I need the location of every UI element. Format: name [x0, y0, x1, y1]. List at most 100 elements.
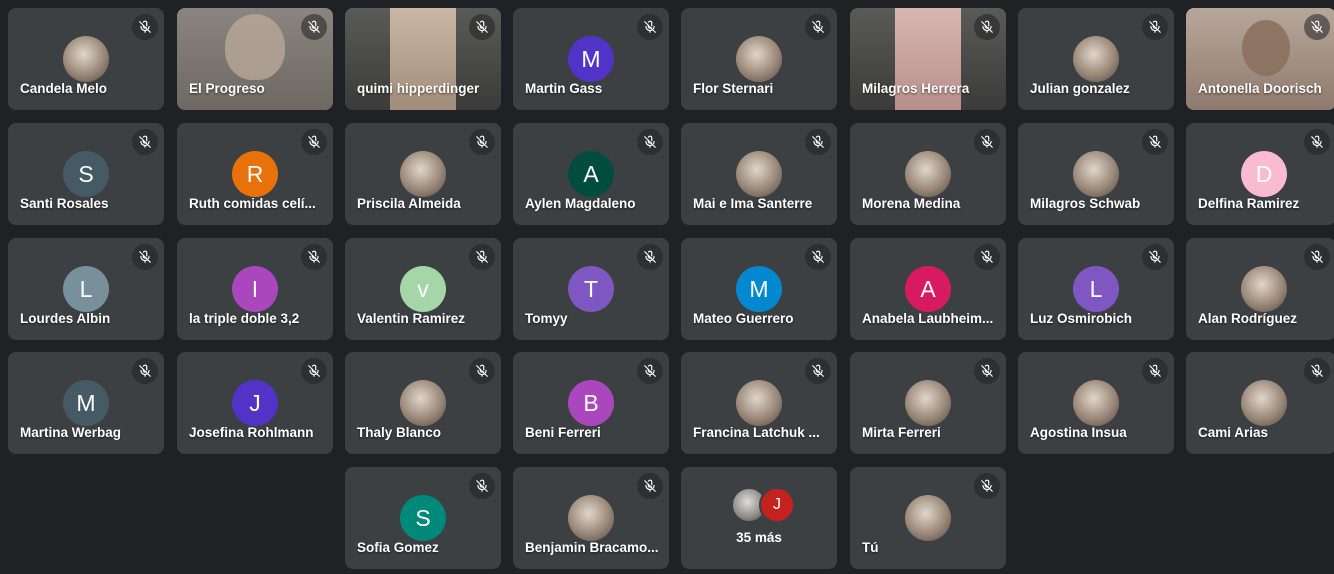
avatar: S — [63, 151, 109, 197]
avatar — [905, 380, 951, 426]
participant-tile[interactable]: Francina Latchuk ... — [681, 352, 837, 454]
participant-tile[interactable]: Benjamin Bracamo... — [513, 467, 669, 569]
mic-off-icon — [637, 14, 663, 40]
avatar: M — [568, 36, 614, 82]
participant-tile[interactable]: Candela Melo — [8, 8, 164, 110]
participant-name: Flor Sternari — [693, 81, 774, 96]
participant-tile[interactable]: Tú — [850, 467, 1006, 569]
participant-name: Beni Ferreri — [525, 425, 601, 440]
participant-tile[interactable]: Priscila Almeida — [345, 123, 501, 225]
participant-name: Tomyy — [525, 311, 568, 326]
avatar — [568, 495, 614, 541]
avatar: A — [905, 266, 951, 312]
mic-off-icon — [1304, 358, 1330, 384]
avatar — [1241, 380, 1287, 426]
mic-off-icon — [132, 244, 158, 270]
mic-off-icon — [469, 358, 495, 384]
avatar — [400, 380, 446, 426]
avatar: A — [568, 151, 614, 197]
participant-tile[interactable]: Mai e Ima Santerre — [681, 123, 837, 225]
participant-tile[interactable]: T Tomyy — [513, 238, 669, 340]
participant-tile[interactable]: R Ruth comidas celí... — [177, 123, 333, 225]
participant-tile[interactable]: Milagros Herrera — [850, 8, 1006, 110]
participant-tile[interactable]: M Mateo Guerrero — [681, 238, 837, 340]
participant-name: Morena Medina — [862, 196, 961, 211]
participant-tile[interactable]: M Martina Werbag — [8, 352, 164, 454]
mic-off-icon — [301, 129, 327, 155]
participant-tile[interactable]: B Beni Ferreri — [513, 352, 669, 454]
participant-name: Agostina Insua — [1030, 425, 1127, 440]
participant-name: Alan Rodríguez — [1198, 311, 1298, 326]
participant-tile[interactable]: El Progreso — [177, 8, 333, 110]
mic-off-icon — [1304, 14, 1330, 40]
participant-name: Tú — [862, 540, 879, 555]
mic-off-icon — [1142, 14, 1168, 40]
avatar — [736, 36, 782, 82]
more-participants-tile[interactable]: J 35 más — [681, 467, 837, 569]
participant-tile[interactable]: Milagros Schwab — [1018, 123, 1174, 225]
mic-off-icon — [805, 358, 831, 384]
mic-off-icon — [974, 129, 1000, 155]
participant-name: Delfina Ramirez — [1198, 196, 1300, 211]
participant-tile[interactable]: Cami Arias — [1186, 352, 1334, 454]
avatar: L — [1073, 266, 1119, 312]
mic-off-icon — [1304, 129, 1330, 155]
mic-off-icon — [301, 358, 327, 384]
participant-tile[interactable]: Morena Medina — [850, 123, 1006, 225]
avatar — [1073, 36, 1119, 82]
participant-tile[interactable]: Thaly Blanco — [345, 352, 501, 454]
participant-name: Lourdes Albin — [20, 311, 111, 326]
avatar — [1073, 380, 1119, 426]
participant-grid: Candela Melo El Progreso quimi hipperdinge… — [0, 0, 1334, 574]
participant-name: Milagros Herrera — [862, 81, 970, 96]
mic-off-icon — [1142, 358, 1168, 384]
mic-off-icon — [974, 473, 1000, 499]
participant-name: Anabela Laubheim... — [862, 311, 994, 326]
participant-tile[interactable]: Agostina Insua — [1018, 352, 1174, 454]
avatar: R — [232, 151, 278, 197]
participant-name: Martin Gass — [525, 81, 603, 96]
mic-off-icon — [974, 358, 1000, 384]
participant-name: Sofia Gomez — [357, 540, 439, 555]
participant-tile[interactable]: D Delfina Ramirez — [1186, 123, 1334, 225]
participant-tile[interactable]: M Martin Gass — [513, 8, 669, 110]
avatar — [63, 36, 109, 82]
avatar: I — [232, 266, 278, 312]
participant-tile[interactable]: quimi hipperdinger — [345, 8, 501, 110]
participant-name: Luz Osmirobich — [1030, 311, 1133, 326]
participant-name: Cami Arias — [1198, 425, 1269, 440]
avatar: B — [568, 380, 614, 426]
participant-name: Priscila Almeida — [357, 196, 461, 211]
participant-tile[interactable]: Julian gonzalez — [1018, 8, 1174, 110]
participant-name: Mateo Guerrero — [693, 311, 794, 326]
participant-tile[interactable]: Antonella Doorisch — [1186, 8, 1334, 110]
avatar — [736, 151, 782, 197]
participant-tile[interactable]: S Sofia Gomez — [345, 467, 501, 569]
avatar — [905, 151, 951, 197]
participant-tile[interactable]: L Luz Osmirobich — [1018, 238, 1174, 340]
avatar — [905, 495, 951, 541]
participant-name: El Progreso — [189, 81, 265, 96]
participant-tile[interactable]: Flor Sternari — [681, 8, 837, 110]
participant-tile[interactable]: S Santi Rosales — [8, 123, 164, 225]
participant-tile[interactable]: A Aylen Magdaleno — [513, 123, 669, 225]
participant-tile[interactable]: v Valentin Ramirez — [345, 238, 501, 340]
participant-tile[interactable]: Alan Rodríguez — [1186, 238, 1334, 340]
participant-name: Ruth comidas celí... — [189, 196, 316, 211]
participant-name: Mirta Ferreri — [862, 425, 941, 440]
participant-tile[interactable]: Ila triple doble 3,2 — [177, 238, 333, 340]
avatar — [1073, 151, 1119, 197]
mic-off-icon — [805, 244, 831, 270]
participant-tile[interactable]: L Lourdes Albin — [8, 238, 164, 340]
participant-name: Benjamin Bracamo... — [525, 540, 659, 555]
mic-off-icon — [974, 14, 1000, 40]
mic-off-icon — [132, 14, 158, 40]
participant-tile[interactable]: J Josefina Rohlmann — [177, 352, 333, 454]
participant-tile[interactable]: Mirta Ferreri — [850, 352, 1006, 454]
participant-name: Valentin Ramirez — [357, 311, 466, 326]
mic-off-icon — [1142, 129, 1168, 155]
participant-tile[interactable]: A Anabela Laubheim... — [850, 238, 1006, 340]
mic-off-icon — [805, 14, 831, 40]
avatar: T — [568, 266, 614, 312]
mic-off-icon — [1304, 244, 1330, 270]
